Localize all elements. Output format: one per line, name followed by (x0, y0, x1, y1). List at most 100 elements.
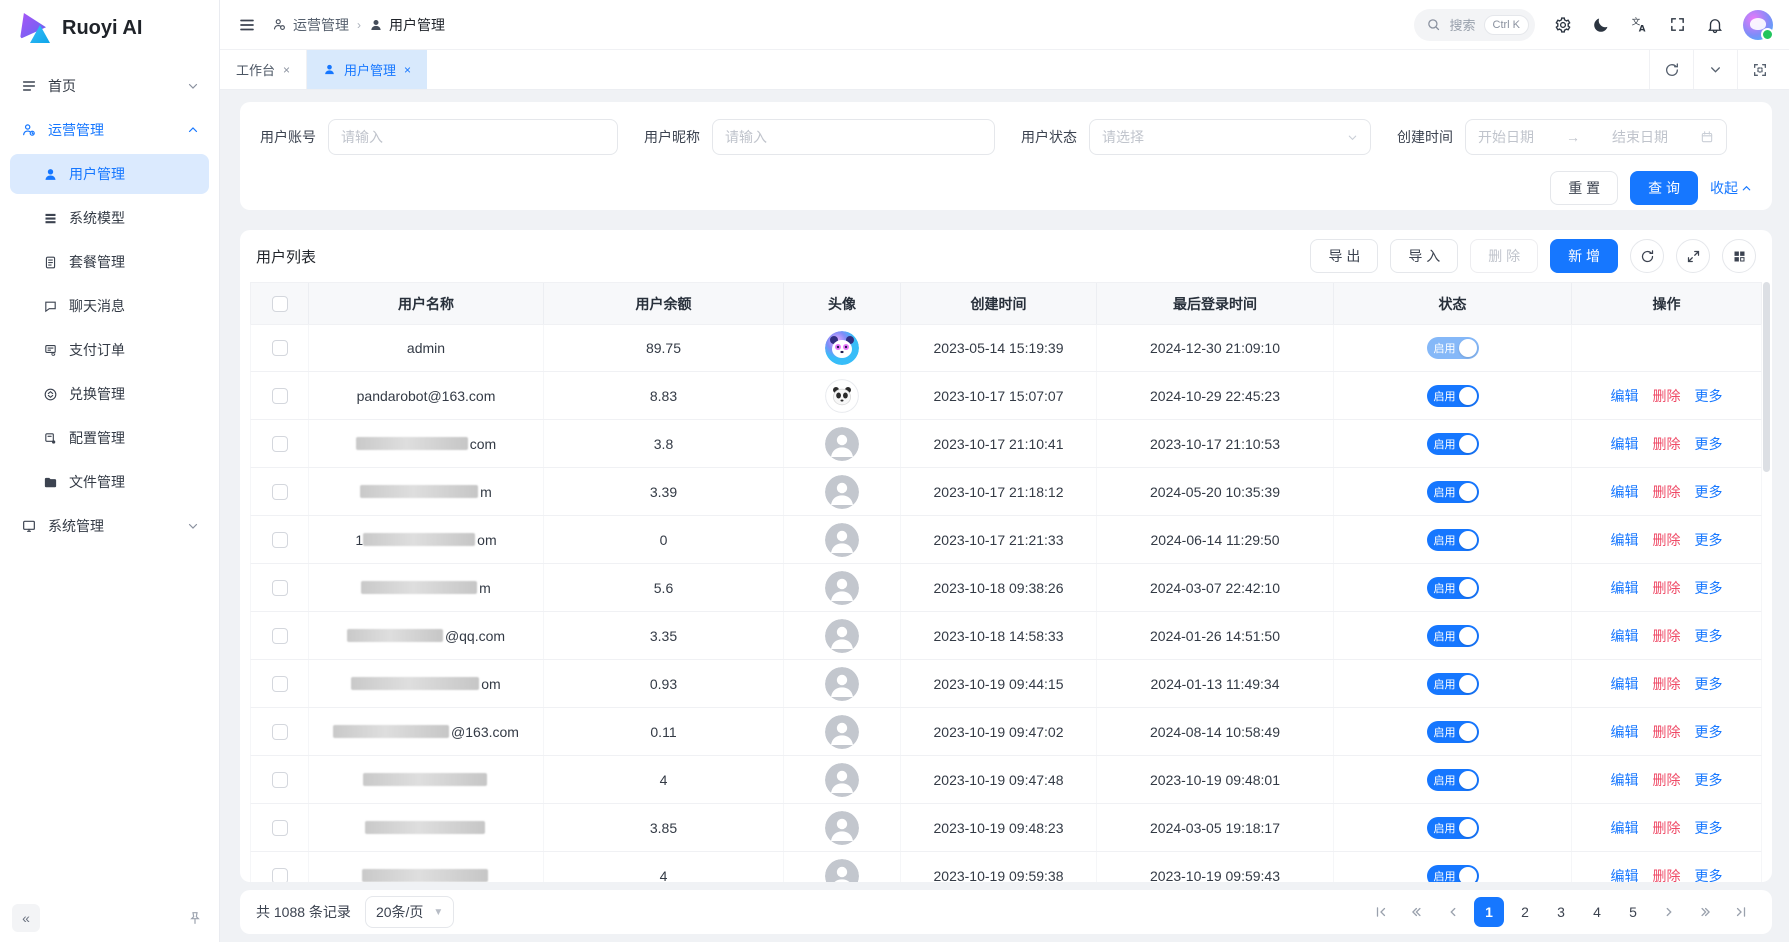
sidebar-item-plan-management[interactable]: 套餐管理 (10, 242, 209, 282)
maximize-content-icon[interactable] (1737, 50, 1781, 89)
close-icon[interactable]: × (283, 63, 290, 77)
action-edit-link[interactable]: 编辑 (1611, 674, 1639, 694)
account-input[interactable]: 请输入 (328, 119, 618, 155)
sidebar-item-system-model[interactable]: 系统模型 (10, 198, 209, 238)
action-more-link[interactable]: 更多 (1695, 530, 1723, 550)
status-toggle[interactable]: 启用 (1427, 769, 1479, 791)
user-avatar[interactable] (1743, 10, 1773, 40)
pagination-last-button[interactable] (1726, 897, 1756, 927)
scrollbar-thumb[interactable] (1763, 282, 1770, 472)
action-delete-link[interactable]: 删除 (1653, 866, 1681, 883)
row-checkbox[interactable] (272, 820, 288, 836)
action-edit-link[interactable]: 编辑 (1611, 626, 1639, 646)
action-more-link[interactable]: 更多 (1695, 722, 1723, 742)
nickname-input[interactable]: 请输入 (712, 119, 995, 155)
action-more-link[interactable]: 更多 (1695, 434, 1723, 454)
tab-workbench[interactable]: 工作台 × (220, 50, 307, 89)
breadcrumb-operations[interactable]: 运营管理 (272, 15, 349, 35)
pagination-first-button[interactable] (1366, 897, 1396, 927)
row-checkbox[interactable] (272, 388, 288, 404)
status-toggle[interactable]: 启用 (1427, 433, 1479, 455)
select-all-checkbox[interactable] (272, 296, 288, 312)
action-more-link[interactable]: 更多 (1695, 674, 1723, 694)
pagination-page-5[interactable]: 5 (1618, 897, 1648, 927)
sidebar-item-payment-orders[interactable]: 支付订单 (10, 330, 209, 370)
action-more-link[interactable]: 更多 (1695, 866, 1723, 883)
status-toggle[interactable]: 启用 (1427, 721, 1479, 743)
row-checkbox[interactable] (272, 580, 288, 596)
row-checkbox[interactable] (272, 676, 288, 692)
collapse-filter-link[interactable]: 收起 (1710, 178, 1752, 198)
query-button[interactable]: 查 询 (1630, 171, 1698, 205)
action-delete-link[interactable]: 删除 (1653, 386, 1681, 406)
sidebar-collapse-button[interactable]: « (12, 904, 40, 932)
sidebar-item-config-management[interactable]: 配置管理 (10, 418, 209, 458)
action-edit-link[interactable]: 编辑 (1611, 482, 1639, 502)
column-settings-icon[interactable] (1722, 239, 1756, 273)
action-delete-link[interactable]: 删除 (1653, 434, 1681, 454)
tab-user-management[interactable]: 用户管理 × (307, 50, 427, 89)
export-button[interactable]: 导 出 (1310, 239, 1378, 273)
row-checkbox[interactable] (272, 724, 288, 740)
refresh-table-icon[interactable] (1630, 239, 1664, 273)
status-toggle[interactable]: 启用 (1427, 817, 1479, 839)
breadcrumb-user-management[interactable]: 用户管理 (369, 15, 445, 35)
close-icon[interactable]: × (404, 63, 411, 77)
fullscreen-icon[interactable] (1667, 15, 1687, 35)
action-delete-link[interactable]: 删除 (1653, 626, 1681, 646)
expand-table-icon[interactable] (1676, 239, 1710, 273)
action-edit-link[interactable]: 编辑 (1611, 578, 1639, 598)
pagination-prev-group-button[interactable] (1402, 897, 1432, 927)
status-toggle[interactable]: 启用 (1427, 385, 1479, 407)
sidebar-item-redeem-management[interactable]: 兑换管理 (10, 374, 209, 414)
action-delete-link[interactable]: 删除 (1653, 530, 1681, 550)
action-delete-link[interactable]: 删除 (1653, 674, 1681, 694)
row-checkbox[interactable] (272, 340, 288, 356)
row-checkbox[interactable] (272, 628, 288, 644)
action-more-link[interactable]: 更多 (1695, 578, 1723, 598)
dark-mode-moon-icon[interactable] (1591, 15, 1611, 35)
action-delete-link[interactable]: 删除 (1653, 578, 1681, 598)
sidebar-item-system[interactable]: 系统管理 (10, 506, 209, 546)
status-toggle[interactable]: 启用 (1427, 481, 1479, 503)
import-button[interactable]: 导 入 (1390, 239, 1458, 273)
action-more-link[interactable]: 更多 (1695, 818, 1723, 838)
action-delete-link[interactable]: 删除 (1653, 722, 1681, 742)
date-range-input[interactable]: 开始日期 → 结束日期 (1465, 119, 1727, 155)
delete-button[interactable]: 删 除 (1470, 239, 1538, 273)
settings-gear-icon[interactable] (1553, 15, 1573, 35)
action-edit-link[interactable]: 编辑 (1611, 722, 1639, 742)
action-edit-link[interactable]: 编辑 (1611, 530, 1639, 550)
action-edit-link[interactable]: 编辑 (1611, 434, 1639, 454)
page-size-select[interactable]: 20条/页 ▼ (365, 896, 454, 928)
pagination-next-button[interactable] (1654, 897, 1684, 927)
pagination-page-3[interactable]: 3 (1546, 897, 1576, 927)
pagination-page-1[interactable]: 1 (1474, 897, 1504, 927)
action-edit-link[interactable]: 编辑 (1611, 770, 1639, 790)
row-checkbox[interactable] (272, 484, 288, 500)
reset-button[interactable]: 重 置 (1550, 171, 1618, 205)
pagination-page-4[interactable]: 4 (1582, 897, 1612, 927)
sidebar-item-operations[interactable]: 运营管理 (10, 110, 209, 150)
action-more-link[interactable]: 更多 (1695, 482, 1723, 502)
pin-icon[interactable] (183, 906, 207, 930)
action-more-link[interactable]: 更多 (1695, 386, 1723, 406)
status-toggle[interactable]: 启用 (1427, 625, 1479, 647)
status-toggle[interactable]: 启用 (1427, 577, 1479, 599)
pagination-next-group-button[interactable] (1690, 897, 1720, 927)
row-checkbox[interactable] (272, 532, 288, 548)
sidebar-item-file-management[interactable]: 文件管理 (10, 462, 209, 502)
action-edit-link[interactable]: 编辑 (1611, 818, 1639, 838)
status-toggle[interactable]: 启用 (1427, 865, 1479, 883)
status-select[interactable]: 请选择 (1089, 119, 1371, 155)
action-more-link[interactable]: 更多 (1695, 626, 1723, 646)
status-toggle[interactable]: 启用 (1427, 529, 1479, 551)
status-toggle[interactable]: 启用 (1427, 337, 1479, 359)
chevron-down-icon[interactable] (1693, 50, 1737, 89)
global-search[interactable]: 搜索 Ctrl K (1414, 9, 1535, 41)
sidebar-item-chat-messages[interactable]: 聊天消息 (10, 286, 209, 326)
sidebar-item-home[interactable]: 首页 (10, 66, 209, 106)
add-button[interactable]: 新 增 (1550, 239, 1618, 273)
action-edit-link[interactable]: 编辑 (1611, 386, 1639, 406)
status-toggle[interactable]: 启用 (1427, 673, 1479, 695)
